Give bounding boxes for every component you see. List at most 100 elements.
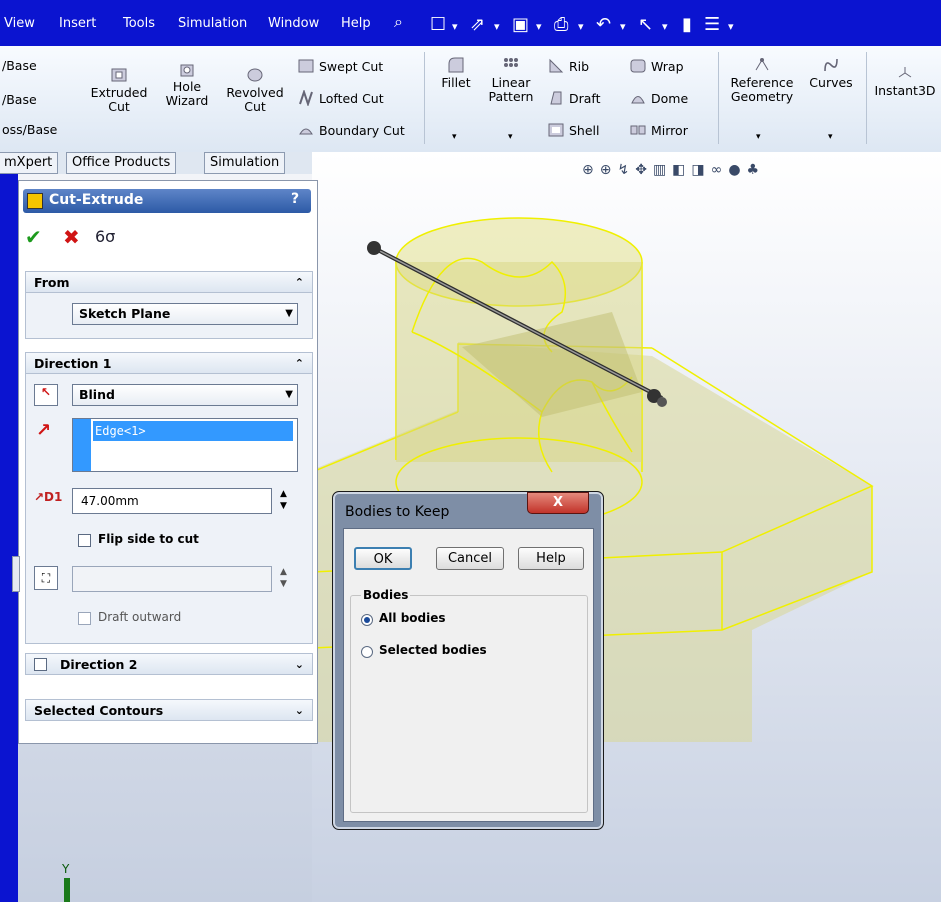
direction1-section-header[interactable]: Direction 1 ⌃ — [25, 352, 313, 374]
undo-icon[interactable]: ↶ — [596, 14, 611, 35]
menu-tools[interactable]: Tools — [123, 16, 155, 31]
ribbon-base-item[interactable]: /Base — [2, 92, 37, 107]
edge-selection-item[interactable]: Edge<1> — [93, 421, 293, 441]
draft-button[interactable]: Draft — [548, 90, 601, 106]
help-button[interactable]: Help — [518, 547, 584, 570]
ribbon-base-item[interactable]: oss/Base — [2, 122, 57, 137]
command-manager-ribbon: /Base /Base oss/Base Extruded Cut Hole W… — [0, 46, 941, 153]
cancel-button[interactable]: Cancel — [436, 547, 504, 570]
boundary-cut-icon — [299, 128, 313, 135]
draft-spinner[interactable]: ▲ ▼ — [280, 566, 287, 590]
wrap-button[interactable]: Wrap — [630, 58, 684, 74]
draft-angle-input[interactable] — [72, 566, 272, 592]
hole-wizard-button[interactable]: Hole Wizard — [162, 60, 212, 108]
wrap-label: Wrap — [651, 58, 684, 74]
traffic-light-icon[interactable]: ▮ — [682, 14, 692, 35]
save-icon[interactable]: ▣ — [512, 14, 529, 35]
menu-bar: View Insert Tools Simulation Window Help… — [0, 0, 941, 46]
direction1-section-body: ↖ Blind ▼ ↗ Edge<1> ↗D1 47.00mm ▲ ▼ Flip … — [25, 374, 313, 644]
direction2-checkbox[interactable] — [34, 658, 47, 671]
instant3d-button[interactable]: Instant3D — [872, 64, 938, 98]
reverse-direction-icon[interactable]: ↖ — [34, 384, 58, 406]
menu-view[interactable]: View — [4, 16, 35, 31]
menu-insert[interactable]: Insert — [59, 16, 96, 31]
linear-pattern-button[interactable]: Linear Pattern — [486, 56, 536, 104]
options-icon[interactable]: ☰ — [704, 14, 720, 35]
mirror-button[interactable]: Mirror — [630, 122, 688, 138]
chevron-down-icon[interactable]: ▾ — [508, 132, 513, 142]
expand-icon[interactable]: ⌄ — [295, 654, 304, 676]
chevron-down-icon[interactable]: ▾ — [662, 20, 668, 33]
chevron-down-icon[interactable]: ▾ — [536, 20, 542, 33]
chevron-down-icon[interactable]: ▾ — [828, 132, 833, 142]
tab-simulation[interactable]: Simulation — [204, 152, 286, 174]
expand-icon[interactable]: ⌄ — [295, 700, 304, 722]
reference-geometry-button[interactable]: Reference Geometry — [724, 56, 800, 104]
boundary-cut-button[interactable]: Boundary Cut — [298, 122, 405, 138]
rib-icon — [549, 58, 564, 73]
quick-access-toolbar: ☐ ▾ ⇗ ▾ ▣ ▾ ⎙ ▾ ↶ ▾ ↖ ▾ ▮ ☰ ▾ — [424, 12, 941, 46]
selected-bodies-label: Selected bodies — [379, 643, 487, 657]
selected-contours-label: Selected Contours — [34, 703, 164, 718]
ok-check-icon[interactable]: ✔ — [25, 225, 42, 249]
chevron-down-icon[interactable]: ▾ — [578, 20, 584, 33]
close-button[interactable]: X — [527, 492, 589, 514]
direction2-section-header[interactable]: Direction 2 ⌄ — [25, 653, 313, 675]
chevron-down-icon[interactable]: ▾ — [452, 20, 458, 33]
extruded-cut-button[interactable]: Extruded Cut — [86, 66, 152, 114]
swept-cut-button[interactable]: Swept Cut — [298, 58, 383, 74]
depth-spinner[interactable]: ▲ ▼ — [280, 488, 287, 512]
curves-button[interactable]: Curves — [806, 56, 856, 90]
depth-input[interactable]: 47.00mm — [72, 488, 272, 514]
open-icon[interactable]: ⇗ — [470, 14, 485, 35]
draft-outward-checkbox[interactable] — [78, 612, 91, 625]
fillet-button[interactable]: Fillet — [436, 56, 476, 90]
new-document-icon[interactable]: ☐ — [430, 14, 446, 35]
chevron-down-icon[interactable]: ▾ — [494, 20, 500, 33]
chevron-down-icon[interactable]: ▾ — [756, 132, 761, 142]
from-select-value: Sketch Plane — [79, 306, 171, 321]
direction-selection-box[interactable]: Edge<1> — [72, 418, 298, 472]
ribbon-base-item[interactable]: /Base — [2, 58, 37, 73]
direction2-label: Direction 2 — [60, 657, 138, 672]
ok-button[interactable]: OK — [354, 547, 412, 570]
flip-side-checkbox[interactable] — [78, 534, 91, 547]
dome-button[interactable]: Dome — [630, 90, 688, 106]
selected-contours-section-header[interactable]: Selected Contours ⌄ — [25, 699, 313, 721]
shell-button[interactable]: Shell — [548, 122, 600, 138]
draft-on-off-icon[interactable]: ⛶ — [34, 566, 58, 590]
revolved-cut-button[interactable]: Revolved Cut — [220, 66, 290, 114]
axis-handle-start[interactable] — [367, 241, 381, 255]
depth-d1-icon: ↗D1 — [34, 490, 63, 504]
pin-icon[interactable]: ⌕ — [394, 12, 403, 32]
select-icon[interactable]: ↖ — [638, 14, 653, 35]
chevron-down-icon[interactable]: ▾ — [620, 20, 626, 33]
rib-button[interactable]: Rib — [548, 58, 589, 74]
end-condition-select[interactable]: Blind ▼ — [72, 384, 298, 406]
from-section-header[interactable]: From ⌃ — [25, 271, 313, 293]
tab-mxpert[interactable]: mXpert — [0, 152, 59, 174]
selected-bodies-radio[interactable] — [361, 646, 373, 658]
panel-splitter-handle[interactable] — [12, 556, 20, 592]
tab-office-products[interactable]: Office Products — [66, 152, 177, 174]
preview-glasses-icon[interactable]: 6σ — [95, 227, 115, 246]
menu-simulation[interactable]: Simulation — [178, 16, 247, 31]
from-select[interactable]: Sketch Plane ▼ — [72, 303, 298, 325]
collapse-icon[interactable]: ⌃ — [295, 353, 304, 375]
collapse-icon[interactable]: ⌃ — [295, 272, 304, 294]
menu-help[interactable]: Help — [341, 16, 371, 31]
lofted-cut-button[interactable]: Lofted Cut — [298, 90, 384, 106]
all-bodies-radio[interactable] — [361, 614, 373, 626]
help-icon[interactable]: ? — [291, 191, 299, 207]
instant3d-icon — [898, 67, 912, 78]
cancel-x-icon[interactable]: ✖ — [63, 225, 80, 249]
chevron-down-icon[interactable]: ▾ — [452, 132, 457, 142]
print-icon[interactable]: ⎙ — [554, 14, 568, 35]
menu-window[interactable]: Window — [268, 16, 319, 31]
bodies-group: Bodies All bodies Selected bodies — [350, 588, 588, 813]
chevron-down-icon[interactable]: ▾ — [728, 20, 734, 33]
extruded-cut-label: Extruded Cut — [90, 85, 148, 114]
mirror-label: Mirror — [651, 122, 688, 138]
reference-geometry-label: Reference Geometry — [730, 75, 794, 104]
ribbon-separator — [424, 52, 425, 144]
